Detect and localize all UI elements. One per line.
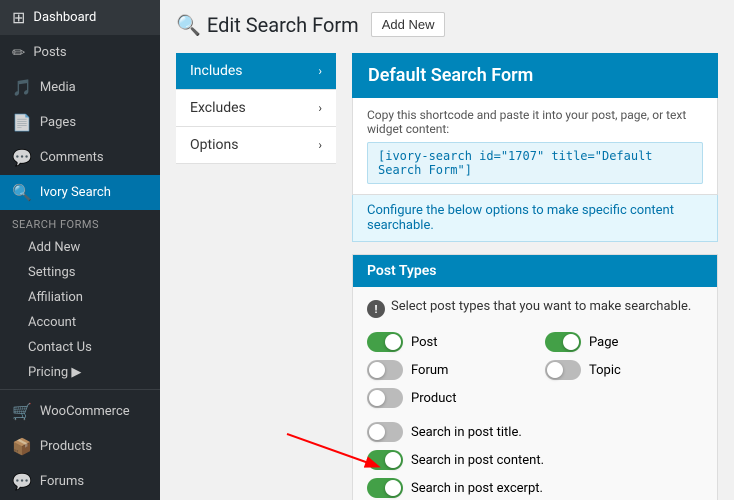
sidebar-item-ivory-search[interactable]: 🔍 Ivory Search — [0, 175, 160, 210]
sidebar-item-comments[interactable]: 💬 Comments — [0, 140, 160, 175]
forum-toggle[interactable] — [367, 360, 403, 380]
configure-bar: Configure the below options to make spec… — [352, 195, 718, 242]
submenu-settings[interactable]: Settings — [0, 260, 160, 285]
tabs-panel: Includes › Excludes › Options › — [176, 53, 336, 500]
sidebar-label-forums: Forums — [40, 474, 84, 489]
content-area: Includes › Excludes › Options › Default … — [176, 53, 718, 500]
search-field-title: Search in post title. — [367, 422, 703, 442]
sidebar-item-media[interactable]: 🎵 Media — [0, 70, 160, 105]
topic-toggle[interactable] — [545, 360, 581, 380]
sidebar-item-posts[interactable]: ✏ Posts — [0, 35, 160, 70]
submenu-pricing[interactable]: Pricing ▶ — [0, 360, 160, 385]
sidebar-item-products[interactable]: 📦 Products — [0, 429, 160, 464]
sidebar-label-products: Products — [40, 439, 92, 454]
main-content: 🔍 Edit Search Form Add New Includes › Ex… — [160, 0, 734, 500]
post-type-product: Product — [367, 388, 525, 408]
submenu-add-new[interactable]: Add New — [0, 235, 160, 260]
sidebar-label-woocommerce: WooCommerce — [40, 404, 130, 419]
sidebar-label-pages: Pages — [40, 115, 76, 130]
shortcode-description: Copy this shortcode and paste it into yo… — [367, 108, 703, 136]
tab-options[interactable]: Options › — [176, 127, 336, 164]
post-type-forum: Forum — [367, 360, 525, 380]
excludes-chevron-icon: › — [318, 101, 322, 115]
sidebar-item-pages[interactable]: 📄 Pages — [0, 105, 160, 140]
search-title-toggle[interactable] — [367, 422, 403, 442]
post-types-header: Post Types — [353, 255, 717, 287]
page-title: 🔍 Edit Search Form — [176, 13, 359, 37]
page-toggle[interactable] — [545, 332, 581, 352]
products-icon: 📦 — [12, 437, 32, 456]
shortcode-section: Copy this shortcode and paste it into yo… — [352, 98, 718, 195]
post-type-post: Post — [367, 332, 525, 352]
tab-excludes[interactable]: Excludes › — [176, 90, 336, 127]
dashboard-icon: ⊞ — [12, 8, 25, 27]
sidebar-label-ivory-search: Ivory Search — [40, 185, 111, 200]
post-type-topic: Topic — [545, 360, 703, 380]
post-types-section: Post Types ! Select post types that you … — [352, 254, 718, 500]
search-forms-label: Search Forms — [0, 210, 160, 235]
sidebar-item-forums[interactable]: 💬 Forums — [0, 464, 160, 499]
includes-chevron-icon: › — [318, 64, 322, 78]
posts-icon: ✏ — [12, 43, 25, 62]
search-excerpt-label: Search in post excerpt. — [411, 481, 543, 496]
sidebar-divider — [0, 389, 160, 390]
post-types-info: ! Select post types that you want to mak… — [367, 299, 703, 318]
sidebar-label-posts: Posts — [33, 45, 66, 60]
product-label: Product — [411, 391, 456, 406]
form-title-bar: Default Search Form — [352, 53, 718, 98]
add-new-button[interactable]: Add New — [371, 12, 446, 37]
forum-label: Forum — [411, 363, 448, 378]
page-label: Page — [589, 335, 618, 350]
page-header: 🔍 Edit Search Form Add New — [176, 12, 718, 37]
submenu-account[interactable]: Account — [0, 310, 160, 335]
post-type-page: Page — [545, 332, 703, 352]
search-icon: 🔍 — [12, 183, 32, 202]
fields-wrapper: Search in post title. Search in post con… — [367, 422, 703, 498]
search-excerpt-toggle[interactable] — [367, 478, 403, 498]
sidebar-item-woocommerce[interactable]: 🛒 WooCommerce — [0, 394, 160, 429]
options-chevron-icon: › — [318, 138, 322, 152]
post-types-grid: Post Page — [367, 332, 703, 408]
search-field-excerpt: Search in post excerpt. — [367, 478, 703, 498]
forums-icon: 💬 — [12, 472, 32, 491]
sidebar-label-dashboard: Dashboard — [33, 10, 96, 25]
comments-icon: 💬 — [12, 148, 32, 167]
post-toggle[interactable] — [367, 332, 403, 352]
submenu-contact-us[interactable]: Contact Us — [0, 335, 160, 360]
info-icon: ! — [367, 300, 385, 318]
post-types-body: ! Select post types that you want to mak… — [353, 287, 717, 500]
right-panel: Default Search Form Copy this shortcode … — [352, 53, 718, 500]
search-field-content: Search in post content. — [367, 450, 703, 470]
submenu-affiliation[interactable]: Affiliation — [0, 285, 160, 310]
topic-label: Topic — [589, 363, 621, 378]
search-content-label: Search in post content. — [411, 453, 544, 468]
woocommerce-icon: 🛒 — [12, 402, 32, 421]
sidebar: ⊞ Dashboard ✏ Posts 🎵 Media 📄 Pages 💬 Co… — [0, 0, 160, 500]
shortcode-box[interactable]: [ivory-search id="1707" title="Default S… — [367, 142, 703, 184]
search-title-label: Search in post title. — [411, 425, 522, 440]
page-title-icon: 🔍 — [176, 13, 201, 37]
product-toggle[interactable] — [367, 388, 403, 408]
sidebar-label-media: Media — [40, 80, 76, 95]
form-title: Default Search Form — [368, 65, 533, 86]
tab-includes[interactable]: Includes › — [176, 53, 336, 90]
pages-icon: 📄 — [12, 113, 32, 132]
sidebar-label-comments: Comments — [40, 150, 104, 165]
post-label: Post — [411, 335, 438, 350]
sidebar-item-dashboard[interactable]: ⊞ Dashboard — [0, 0, 160, 35]
search-content-toggle[interactable] — [367, 450, 403, 470]
media-icon: 🎵 — [12, 78, 32, 97]
